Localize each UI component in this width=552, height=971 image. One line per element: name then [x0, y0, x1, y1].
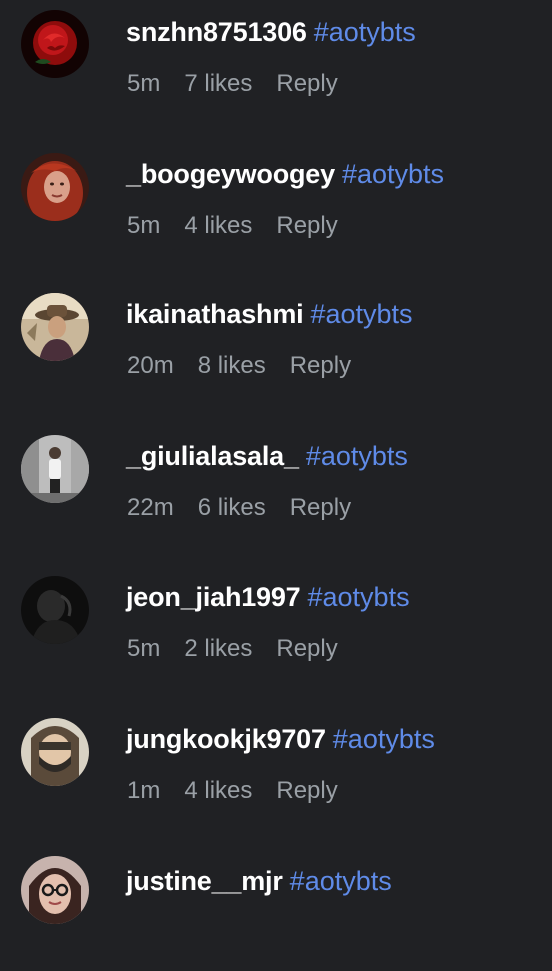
reply-button[interactable]: Reply	[290, 352, 351, 379]
hat-portrait-avatar-icon	[21, 293, 89, 361]
avatar[interactable]	[21, 576, 89, 644]
timestamp: 22m	[127, 494, 174, 521]
avatar[interactable]	[21, 293, 89, 361]
username-link[interactable]: snzhn8751306	[126, 17, 307, 47]
comment-body: justine__mjr #aotybts	[126, 865, 392, 897]
comment-meta: 5m 4 likes Reply	[127, 212, 362, 240]
avatar[interactable]	[21, 435, 89, 503]
timestamp: 5m	[127, 70, 161, 97]
hashtag-link[interactable]: #aotybts	[306, 441, 408, 471]
comment-item: justine__mjr #aotybts	[0, 851, 552, 971]
comment-item: ikainathashmi #aotybts 20m 8 likes Reply	[0, 284, 552, 404]
likes-count[interactable]: 2 likes	[184, 635, 252, 662]
reply-button[interactable]: Reply	[276, 777, 337, 804]
username-link[interactable]: ikainathashmi	[126, 299, 304, 329]
comment-meta: 5m 7 likes Reply	[127, 70, 362, 98]
avatar[interactable]	[21, 718, 89, 786]
reply-button[interactable]: Reply	[290, 494, 351, 521]
avatar[interactable]	[21, 856, 89, 924]
timestamp: 20m	[127, 352, 174, 379]
hashtag-link[interactable]: #aotybts	[333, 724, 435, 754]
comment-item: _boogeywoogey #aotybts 5m 4 likes Reply	[0, 142, 552, 262]
dark-silhouette-avatar-icon	[21, 576, 89, 644]
comment-meta: 1m 4 likes Reply	[127, 777, 362, 805]
red-hair-portrait-avatar-icon	[21, 153, 89, 221]
avatar[interactable]	[21, 153, 89, 221]
reply-button[interactable]: Reply	[276, 70, 337, 97]
likes-count[interactable]: 7 likes	[184, 70, 252, 97]
username-link[interactable]: jeon_jiah1997	[126, 582, 301, 612]
username-link[interactable]: _boogeywoogey	[126, 159, 335, 189]
comment-meta: 20m 8 likes Reply	[127, 352, 375, 380]
reply-button[interactable]: Reply	[276, 212, 337, 239]
hashtag-link[interactable]: #aotybts	[290, 866, 392, 896]
likes-count[interactable]: 4 likes	[184, 212, 252, 239]
hashtag-link[interactable]: #aotybts	[310, 299, 412, 329]
likes-count[interactable]: 6 likes	[198, 494, 266, 521]
avatar[interactable]	[21, 10, 89, 78]
comment-item: snzhn8751306 #aotybts 5m 7 likes Reply	[0, 0, 552, 120]
comment-item: jeon_jiah1997 #aotybts 5m 2 likes Reply	[0, 567, 552, 687]
username-link[interactable]: _giulialasala_	[126, 441, 299, 471]
timestamp: 5m	[127, 635, 161, 662]
comment-body: snzhn8751306 #aotybts	[126, 16, 416, 48]
timestamp: 5m	[127, 212, 161, 239]
comment-item: jungkookjk9707 #aotybts 1m 4 likes Reply	[0, 709, 552, 829]
comment-meta: 22m 6 likes Reply	[127, 494, 375, 522]
hashtag-link[interactable]: #aotybts	[342, 159, 444, 189]
hashtag-link[interactable]: #aotybts	[314, 17, 416, 47]
comment-body: jungkookjk9707 #aotybts	[126, 723, 435, 755]
username-link[interactable]: justine__mjr	[126, 866, 283, 896]
reply-button[interactable]: Reply	[276, 635, 337, 662]
likes-count[interactable]: 4 likes	[184, 777, 252, 804]
hashtag-link[interactable]: #aotybts	[308, 582, 410, 612]
comment-body: ikainathashmi #aotybts	[126, 298, 413, 330]
comment-item: _giulialasala_ #aotybts 22m 6 likes Reply	[0, 426, 552, 546]
glasses-portrait-avatar-icon	[21, 856, 89, 924]
likes-count[interactable]: 8 likes	[198, 352, 266, 379]
comment-body: jeon_jiah1997 #aotybts	[126, 581, 410, 613]
red-rose-avatar-icon	[21, 10, 89, 78]
username-link[interactable]: jungkookjk9707	[126, 724, 326, 754]
masked-face-avatar-icon	[21, 718, 89, 786]
comment-meta: 5m 2 likes Reply	[127, 635, 362, 663]
comment-body: _boogeywoogey #aotybts	[126, 158, 444, 190]
timestamp: 1m	[127, 777, 161, 804]
standing-figure-avatar-icon	[21, 435, 89, 503]
comment-body: _giulialasala_ #aotybts	[126, 440, 408, 472]
